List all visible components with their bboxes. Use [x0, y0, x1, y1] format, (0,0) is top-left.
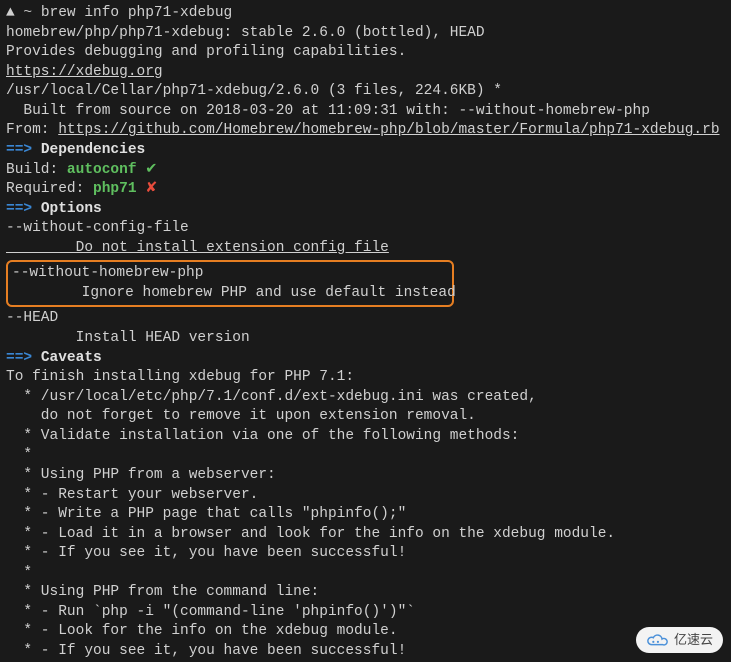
from-label: From: — [6, 122, 58, 138]
dependencies-header: Dependencies — [41, 142, 145, 158]
caveat-line: * Using PHP from the command line: — [6, 583, 725, 603]
caveat-line: * - Load it in a browser and look for th… — [6, 525, 725, 545]
caveat-line: To finish installing xdebug for PHP 7.1: — [6, 368, 725, 388]
caveat-line: * - If you see it, you have been success… — [6, 642, 725, 662]
option-3: --HEAD — [6, 309, 725, 329]
options-header: Options — [41, 201, 102, 217]
option-2-desc: Ignore homebrew PHP and use default inst… — [12, 284, 448, 304]
dep-php71: php71 — [93, 181, 137, 197]
caveat-line: * - Look for the info on the xdebug modu… — [6, 622, 725, 642]
required-label: Required: — [6, 181, 93, 197]
dep-autoconf: autoconf — [67, 162, 137, 178]
caveat-line: * - If you see it, you have been success… — [6, 544, 725, 564]
option-1-desc: Do not install extension config file — [6, 239, 725, 259]
command-text: brew info php71-xdebug — [41, 5, 232, 21]
option-1: --without-config-file — [6, 219, 725, 239]
caveats-header: Caveats — [41, 350, 102, 366]
prompt-tilde: ~ — [23, 5, 32, 21]
caveat-line: * - Restart your webserver. — [6, 486, 725, 506]
watermark-text: 亿速云 — [674, 631, 713, 649]
highlight-box: --without-homebrew-php Ignore homebrew P… — [6, 260, 454, 307]
package-info: homebrew/php/php71-xdebug: stable 2.6.0 … — [6, 24, 725, 44]
install-path: /usr/local/Cellar/php71-xdebug/2.6.0 (3 … — [6, 82, 725, 102]
section-arrow: ==> — [6, 142, 32, 158]
prompt-line: ▲ ~ brew info php71-xdebug — [6, 4, 725, 24]
section-arrow: ==> — [6, 201, 32, 217]
caveat-line: * Using PHP from a webserver: — [6, 466, 725, 486]
caveat-line: * /usr/local/etc/php/7.1/conf.d/ext-xdeb… — [6, 388, 725, 408]
built-from: Built from source on 2018-03-20 at 11:09… — [6, 102, 725, 122]
caveat-line: do not forget to remove it upon extensio… — [6, 407, 725, 427]
option-3-desc: Install HEAD version — [6, 329, 725, 349]
description: Provides debugging and profiling capabil… — [6, 43, 725, 63]
formula-url[interactable]: https://github.com/Homebrew/homebrew-php… — [58, 122, 719, 138]
caveat-line: * — [6, 446, 725, 466]
build-label: Build: — [6, 162, 67, 178]
caveat-line: * Validate installation via one of the f… — [6, 427, 725, 447]
homepage-url[interactable]: https://xdebug.org — [6, 64, 163, 80]
cross-icon: ✘ — [137, 181, 158, 197]
watermark: 亿速云 — [636, 627, 723, 653]
section-arrow: ==> — [6, 350, 32, 366]
prompt-arrow: ▲ — [6, 5, 15, 21]
option-2: --without-homebrew-php — [12, 264, 448, 284]
cloud-icon — [646, 632, 668, 648]
caveat-line: * — [6, 564, 725, 584]
caveat-line: * - Write a PHP page that calls "phpinfo… — [6, 505, 725, 525]
caveat-line: * - Run `php -i "(command-line 'phpinfo(… — [6, 603, 725, 623]
check-icon: ✔ — [137, 162, 158, 178]
